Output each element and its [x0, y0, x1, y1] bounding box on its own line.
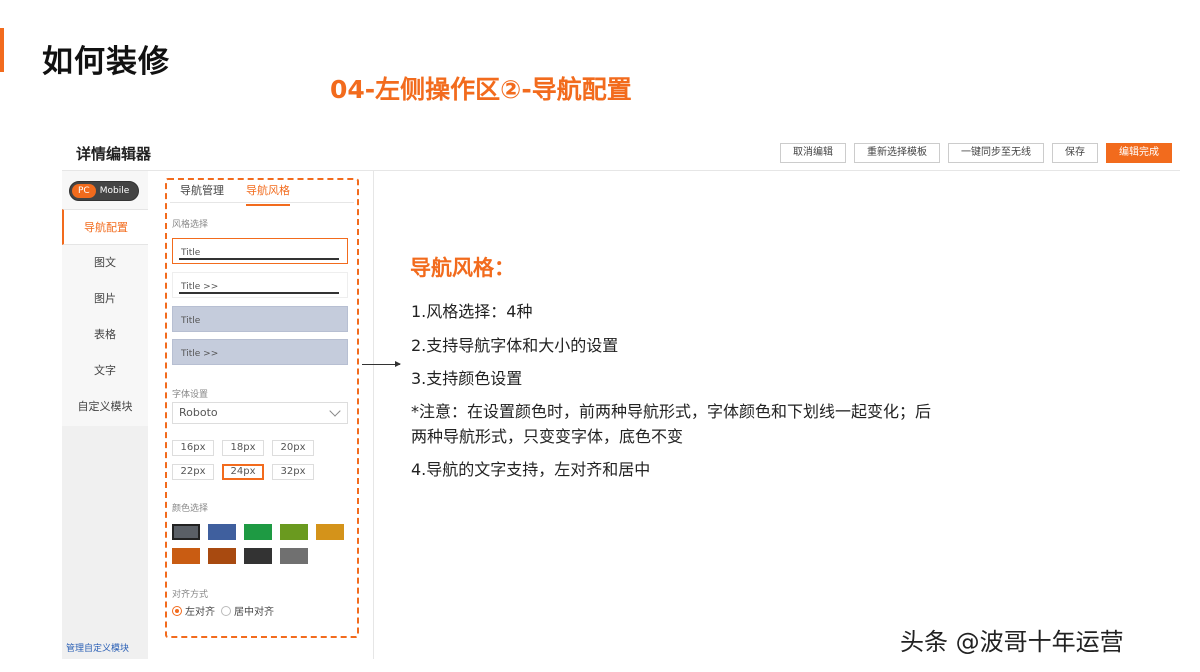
size-16px-button[interactable]: 16px [172, 440, 214, 456]
cancel-edit-button[interactable]: 取消编辑 [780, 143, 846, 163]
color-swatch[interactable] [208, 524, 236, 540]
color-swatch[interactable] [172, 548, 200, 564]
font-section-label: 字体设置 [172, 390, 209, 400]
style-option-label: Title [181, 248, 201, 258]
align-section-label: 对齐方式 [172, 590, 209, 600]
description-title: 导航风格： [410, 256, 515, 280]
color-swatch[interactable] [316, 524, 344, 540]
size-24px-button[interactable]: 24px [222, 464, 264, 480]
color-swatch[interactable] [280, 548, 308, 564]
description-line-1: 1.风格选择：4种 [411, 302, 533, 321]
nav-item-image[interactable]: 图片 [62, 281, 148, 317]
save-button[interactable]: 保存 [1052, 143, 1098, 163]
color-swatch[interactable] [280, 524, 308, 540]
style-option-1[interactable]: Title [172, 238, 348, 264]
nav-item-text[interactable]: 文字 [62, 353, 148, 389]
nav-item-custom-module[interactable]: 自定义模块 [62, 389, 148, 425]
size-20px-button[interactable]: 20px [272, 440, 314, 456]
left-nav-empty-area [62, 426, 148, 659]
mobile-option[interactable]: Mobile [100, 186, 130, 196]
font-select-value: Roboto [179, 406, 218, 419]
align-center-label: 居中对齐 [234, 607, 274, 618]
nav-item-table[interactable]: 表格 [62, 317, 148, 353]
device-toggle[interactable]: PC Mobile [69, 181, 139, 201]
chevron-down-icon [329, 405, 341, 417]
description-line-6: 4.导航的文字支持，左对齐和居中 [411, 460, 651, 479]
style-option-label: Title >> [181, 282, 219, 292]
size-32px-button[interactable]: 32px [272, 464, 314, 480]
color-swatch[interactable] [208, 548, 236, 564]
pc-option[interactable]: PC [72, 184, 96, 198]
font-select[interactable]: Roboto [172, 402, 348, 424]
reselect-template-button[interactable]: 重新选择模板 [854, 143, 940, 163]
underline [179, 258, 339, 260]
toolbar: 取消编辑 重新选择模板 一键同步至无线 保存 编辑完成 [780, 143, 1172, 163]
align-options: 左对齐 居中对齐 [172, 603, 274, 618]
style-section-label: 风格选择 [172, 220, 209, 230]
description-line-3: 3.支持颜色设置 [411, 369, 523, 388]
finish-edit-button[interactable]: 编辑完成 [1106, 143, 1172, 163]
size-18px-button[interactable]: 18px [222, 440, 264, 456]
accent-bar [0, 28, 4, 72]
page-title: 如何装修 [42, 44, 170, 80]
section-subtitle: 04-左侧操作区②-导航配置 [330, 75, 632, 104]
description-line-2: 2.支持导航字体和大小的设置 [411, 336, 619, 355]
style-option-4[interactable]: Title >> [172, 339, 348, 365]
color-swatch[interactable] [244, 524, 272, 540]
description-line-5: 两种导航形式，只变变字体，底色不变 [411, 427, 684, 446]
editor-title: 详情编辑器 [76, 145, 152, 163]
color-section-label: 颜色选择 [172, 504, 209, 514]
description-line-4: *注意：在设置颜色时，前两种导航形式，字体颜色和下划线一起变化；后 [411, 402, 932, 421]
align-left-radio[interactable] [172, 605, 182, 616]
style-option-2[interactable]: Title >> [172, 272, 348, 298]
nav-item-image-text[interactable]: 图文 [62, 245, 148, 281]
color-swatch[interactable] [172, 524, 200, 540]
nav-item-nav-config[interactable]: 导航配置 [62, 209, 148, 245]
style-option-3[interactable]: Title [172, 306, 348, 332]
arrow-right-icon [362, 361, 401, 367]
style-option-label: Title [181, 316, 201, 326]
tab-divider [170, 202, 354, 203]
watermark: 头条 @波哥十年运营 [900, 628, 1124, 656]
sync-wireless-button[interactable]: 一键同步至无线 [948, 143, 1044, 163]
color-swatch[interactable] [244, 548, 272, 564]
left-nav: PC Mobile 导航配置 图文 图片 表格 文字 自定义模块 管理自定义模块 [62, 171, 148, 659]
manage-custom-module-link[interactable]: 管理自定义模块 [66, 641, 129, 654]
size-22px-button[interactable]: 22px [172, 464, 214, 480]
align-center-radio[interactable] [221, 605, 231, 616]
style-option-label: Title >> [181, 349, 219, 359]
underline [179, 292, 339, 294]
align-left-label: 左对齐 [185, 607, 215, 618]
